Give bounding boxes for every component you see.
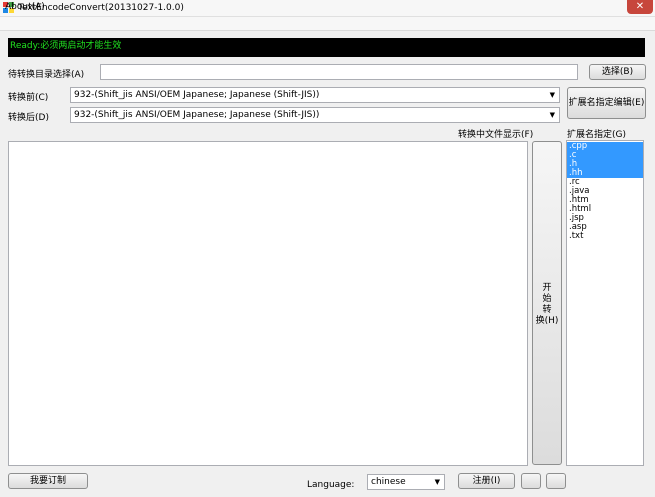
source-dir-label: 待转换目录选择(A) bbox=[8, 70, 85, 80]
encoding-after-select[interactable]: 932-(Shift_jis ANSI/OEM Japanese; Japane… bbox=[70, 107, 560, 123]
chevron-down-icon: ▼ bbox=[434, 478, 440, 486]
menu-about[interactable]: About(A) bbox=[5, 2, 45, 12]
language-label: Language: bbox=[307, 480, 355, 490]
browse-button[interactable]: 选择(B) bbox=[589, 64, 646, 80]
encoding-before-value: 932-(Shift_jis ANSI/OEM Japanese; Japane… bbox=[74, 90, 320, 100]
language-select[interactable]: chinese ▼ bbox=[367, 474, 445, 490]
file-display-label: 转换中文件显示(F) bbox=[458, 130, 534, 140]
chevron-down-icon: ▼ bbox=[549, 91, 555, 99]
status-bar: Ready:必须两启动才能生效 bbox=[8, 38, 645, 57]
language-value: chinese bbox=[371, 477, 406, 487]
order-button[interactable]: 我要订制 bbox=[8, 473, 88, 489]
list-item[interactable]: .txt bbox=[567, 232, 643, 241]
start-line-1: 开 bbox=[542, 283, 552, 293]
encoding-after-value: 932-(Shift_jis ANSI/OEM Japanese; Japane… bbox=[74, 110, 320, 120]
register-button[interactable]: 注册(I) bbox=[458, 473, 515, 489]
source-dir-input[interactable] bbox=[100, 64, 578, 80]
ext-list[interactable]: .cpp .c .h .hh .rc .java .htm .html .jsp… bbox=[566, 140, 644, 466]
small-button-2[interactable] bbox=[546, 473, 566, 489]
chevron-down-icon: ▼ bbox=[549, 111, 555, 119]
file-display-area[interactable] bbox=[8, 141, 528, 466]
start-line-2: 始 bbox=[542, 294, 552, 304]
encoding-after-label: 转换后(D) bbox=[8, 113, 49, 123]
list-item[interactable]: .cpp bbox=[567, 142, 643, 151]
small-button-1[interactable] bbox=[521, 473, 541, 489]
encoding-before-label: 转换前(C) bbox=[8, 93, 49, 103]
start-line-4: 换(H) bbox=[535, 316, 559, 326]
encoding-before-select[interactable]: 932-(Shift_jis ANSI/OEM Japanese; Japane… bbox=[70, 87, 560, 103]
ext-edit-button[interactable]: 扩展名指定编辑(E) bbox=[567, 87, 646, 119]
list-item[interactable]: .c bbox=[567, 151, 643, 160]
ext-list-label: 扩展名指定(G) bbox=[567, 130, 626, 140]
menu-bar bbox=[0, 17, 655, 31]
close-button[interactable]: ✕ bbox=[627, 0, 653, 14]
start-convert-button[interactable]: 开 始 转 换(H) bbox=[532, 141, 562, 465]
start-line-3: 转 bbox=[542, 305, 552, 315]
